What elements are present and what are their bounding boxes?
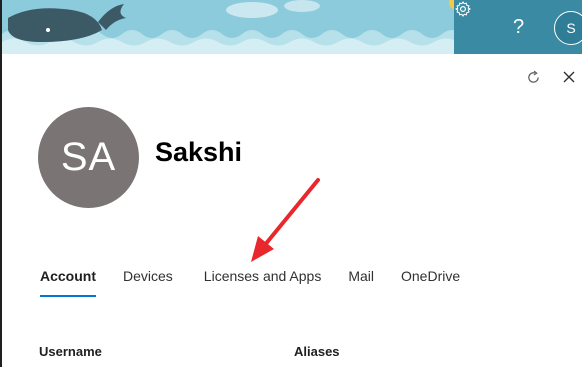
user-details-window: ? S SA Sakshi Account Devices Licenses a…	[0, 0, 582, 367]
user-details-panel: SA Sakshi Account Devices Licenses and A…	[5, 54, 582, 367]
username-label: Username	[39, 344, 102, 359]
close-icon	[563, 71, 575, 83]
tab-licenses-and-apps[interactable]: Licenses and Apps	[204, 268, 322, 297]
tab-devices[interactable]: Devices	[123, 268, 173, 297]
user-avatar: SA	[38, 107, 139, 208]
header-actions: ? S	[454, 0, 582, 54]
user-tabs: Account Devices Licenses and Apps Mail O…	[40, 268, 487, 297]
tab-onedrive[interactable]: OneDrive	[401, 268, 460, 297]
gear-icon	[455, 1, 471, 17]
user-profile-header: SA Sakshi	[38, 107, 242, 208]
help-button[interactable]: ?	[497, 0, 540, 54]
whale-theme-illustration	[2, 0, 462, 54]
header-banner: ? S	[2, 0, 582, 54]
settings-button[interactable]	[454, 0, 497, 54]
close-button[interactable]	[558, 66, 580, 88]
tab-account[interactable]: Account	[40, 268, 96, 297]
refresh-button[interactable]	[522, 66, 544, 88]
help-icon: ?	[512, 15, 525, 38]
account-avatar-button[interactable]: S	[554, 11, 582, 45]
refresh-icon	[527, 70, 539, 83]
user-display-name: Sakshi	[155, 137, 243, 167]
aliases-label: Aliases	[294, 344, 340, 359]
panel-toolbar	[522, 66, 580, 88]
tab-mail[interactable]: Mail	[348, 268, 374, 297]
